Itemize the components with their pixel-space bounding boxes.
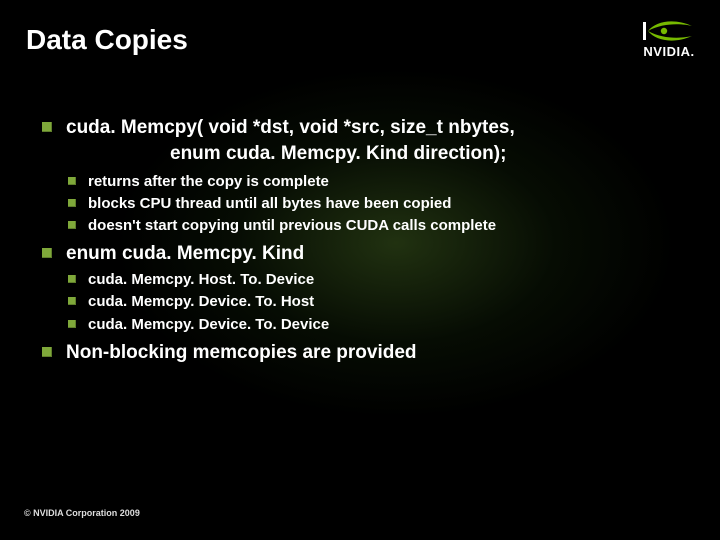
text: blocks CPU thread until all bytes have b…	[88, 194, 451, 214]
bullet-icon	[68, 297, 76, 305]
bullet-icon	[42, 248, 52, 258]
list-item: blocks CPU thread until all bytes have b…	[68, 194, 696, 214]
slide-content: cuda. Memcpy( void *dst, void *src, size…	[42, 116, 696, 369]
text: returns after the copy is complete	[88, 172, 329, 192]
bullet-icon	[68, 221, 76, 229]
text: cuda. Memcpy. Device. To. Device	[88, 315, 329, 335]
signature-line1: cuda. Memcpy( void *dst, void *src, size…	[42, 116, 696, 140]
text: doesn't start copying until previous CUD…	[88, 216, 496, 236]
list-item: cuda. Memcpy. Device. To. Host	[68, 292, 696, 312]
list-item: returns after the copy is complete	[68, 172, 696, 192]
text: enum cuda. Memcpy. Kind	[66, 242, 304, 266]
text: Non-blocking memcopies are provided	[66, 341, 417, 365]
list-item: cuda. Memcpy. Host. To. Device	[68, 270, 696, 290]
brand-text: NVIDIA.	[642, 44, 696, 59]
bullet-icon	[68, 199, 76, 207]
bullet-icon	[68, 320, 76, 328]
bullet-icon	[68, 177, 76, 185]
text: cuda. Memcpy( void *dst, void *src, size…	[66, 116, 515, 140]
brand-logo: NVIDIA.	[642, 20, 696, 59]
nvidia-eye-icon	[642, 20, 696, 42]
signature-line2: enum cuda. Memcpy. Kind direction);	[170, 142, 696, 166]
text: cuda. Memcpy. Host. To. Device	[88, 270, 314, 290]
bullet-icon	[42, 122, 52, 132]
text: cuda. Memcpy. Device. To. Host	[88, 292, 314, 312]
bullet-icon	[42, 347, 52, 357]
slide-title: Data Copies	[26, 24, 188, 56]
list-item: cuda. Memcpy. Device. To. Device	[68, 315, 696, 335]
bullet-icon	[68, 275, 76, 283]
list-item: doesn't start copying until previous CUD…	[68, 216, 696, 236]
enum-header: enum cuda. Memcpy. Kind	[42, 242, 696, 266]
nonblocking-note: Non-blocking memcopies are provided	[42, 341, 696, 365]
copyright-footer: © NVIDIA Corporation 2009	[24, 508, 140, 518]
